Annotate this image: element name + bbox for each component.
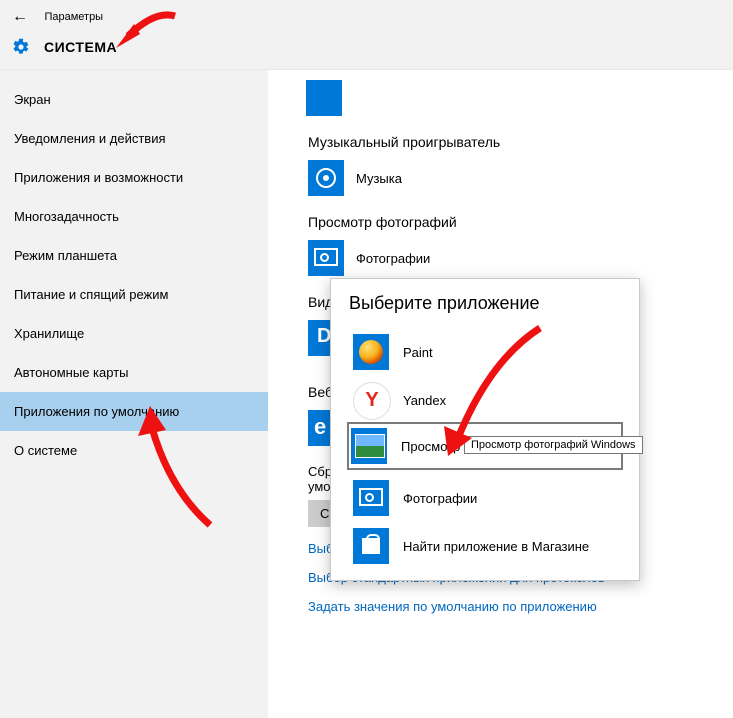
sidebar-item-offline-maps[interactable]: Автономные карты — [0, 353, 268, 392]
popup-item-label: Yandex — [403, 393, 446, 408]
sidebar-item-apps-features[interactable]: Приложения и возможности — [0, 158, 268, 197]
section-photo-viewer: Просмотр фотографий — [308, 214, 733, 230]
popup-item-label: Paint — [403, 345, 433, 360]
default-music-app[interactable]: Музыка — [308, 160, 733, 196]
app-label: Музыка — [356, 171, 402, 186]
settings-window: ← Параметры СИСТЕМА Экран Уведомления и … — [0, 0, 733, 718]
popup-item-yandex[interactable]: Yandex — [349, 376, 621, 424]
back-arrow-icon[interactable]: ← — [12, 8, 28, 26]
popup-item-label: Найти приложение в Магазине — [403, 539, 589, 554]
popup-item-label: Фотографии — [403, 491, 477, 506]
app-label: Фотографии — [356, 251, 430, 266]
popup-title: Выберите приложение — [349, 293, 621, 314]
sidebar-item-multitasking[interactable]: Многозадачность — [0, 197, 268, 236]
sidebar: Экран Уведомления и действия Приложения … — [0, 70, 268, 718]
store-icon — [353, 528, 389, 564]
tooltip: Просмотр фотографий Windows — [464, 436, 643, 454]
popup-item-photos[interactable]: Фотографии — [349, 474, 621, 522]
photos-icon — [308, 240, 344, 276]
app-chooser-popup: Выберите приложение Paint Yandex Просмот… — [330, 278, 640, 581]
popup-item-paint[interactable]: Paint — [349, 328, 621, 376]
popup-item-store[interactable]: Найти приложение в Магазине — [349, 522, 621, 570]
gear-icon — [12, 38, 30, 56]
unknown-app-icon[interactable] — [306, 80, 342, 116]
section-music-player: Музыкальный проигрыватель — [308, 134, 733, 150]
photos-icon — [353, 480, 389, 516]
sidebar-item-tablet-mode[interactable]: Режим планшета — [0, 236, 268, 275]
sidebar-item-notifications[interactable]: Уведомления и действия — [0, 119, 268, 158]
sidebar-item-default-apps[interactable]: Приложения по умолчанию — [0, 392, 268, 431]
sidebar-item-display[interactable]: Экран — [0, 80, 268, 119]
page-title: СИСТЕМА — [44, 39, 117, 55]
music-icon — [308, 160, 344, 196]
sidebar-item-about[interactable]: О системе — [0, 431, 268, 470]
default-photos-app[interactable]: Фотографии — [308, 240, 733, 276]
yandex-icon — [353, 382, 389, 418]
windows-photo-viewer-icon — [351, 428, 387, 464]
sidebar-item-storage[interactable]: Хранилище — [0, 314, 268, 353]
link-set-by-app[interactable]: Задать значения по умолчанию по приложен… — [308, 599, 733, 614]
breadcrumb: Параметры — [44, 11, 103, 23]
header: ← Параметры СИСТЕМА — [0, 0, 733, 70]
paint-icon — [353, 334, 389, 370]
sidebar-item-power-sleep[interactable]: Питание и спящий режим — [0, 275, 268, 314]
